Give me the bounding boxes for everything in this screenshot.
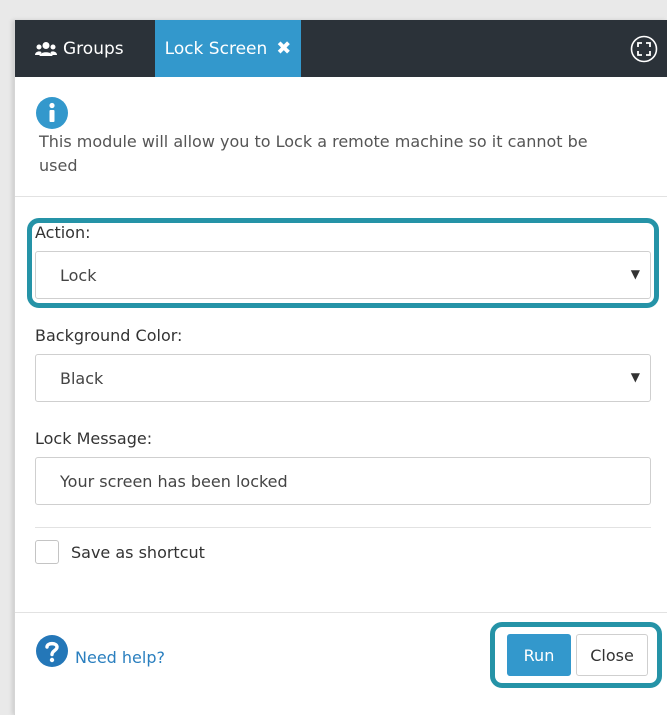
close-tab-icon[interactable]: ✖: [276, 38, 291, 59]
background-color-label: Background Color:: [35, 326, 183, 345]
tab-groups-label: Groups: [63, 38, 124, 59]
module-description: This module will allow you to Lock a rem…: [39, 132, 588, 175]
lock-message-input[interactable]: Your screen has been locked: [35, 457, 651, 505]
screenshot-frame: Groups Lock Screen ✖ This module will al…: [0, 0, 667, 715]
tab-lock-screen[interactable]: Lock Screen ✖: [155, 20, 301, 77]
need-help-link[interactable]: Need help?: [75, 648, 165, 667]
info-icon: [36, 97, 68, 129]
save-shortcut-row: Save as shortcut: [35, 540, 205, 564]
tab-groups[interactable]: Groups: [15, 20, 155, 77]
footer-divider: [15, 612, 667, 613]
divider: [35, 527, 651, 528]
save-shortcut-label: Save as shortcut: [71, 542, 205, 562]
buttons-highlight: [490, 622, 662, 688]
background-color-value: Black: [60, 368, 104, 388]
background-color-select[interactable]: Black ▼: [35, 354, 651, 402]
question-icon[interactable]: [35, 634, 69, 668]
users-icon: [35, 41, 57, 56]
save-shortcut-checkbox[interactable]: [35, 540, 59, 564]
divider: [15, 196, 667, 197]
lock-message-label: Lock Message:: [35, 429, 153, 448]
lock-screen-panel: Groups Lock Screen ✖ This module will al…: [14, 20, 667, 715]
caret-down-icon: ▼: [630, 370, 640, 384]
tab-lock-screen-label: Lock Screen: [164, 38, 268, 59]
top-bar: Groups Lock Screen ✖: [15, 20, 667, 77]
action-highlight: [27, 218, 659, 308]
expand-icon[interactable]: [630, 35, 658, 63]
